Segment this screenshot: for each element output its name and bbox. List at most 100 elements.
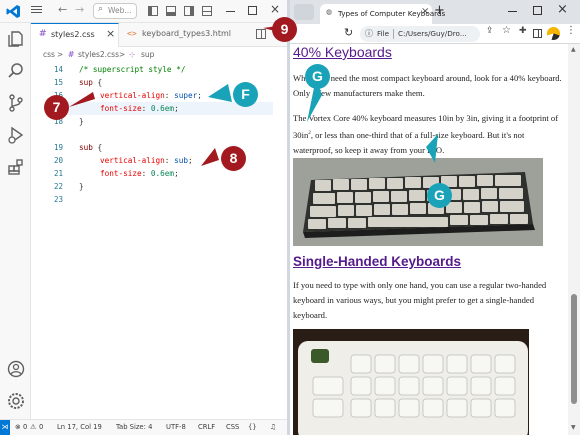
source-control-icon[interactable]: [6, 93, 26, 113]
line-number: 22: [53, 182, 63, 191]
protocol-label: File: [377, 29, 390, 38]
tab-keyboard-types3-html[interactable]: <> keyboard_types3.html: [119, 23, 243, 47]
line-ending[interactable]: CRLF: [198, 420, 215, 435]
account-icon[interactable]: [6, 359, 26, 379]
value-token: 0.6em: [150, 169, 175, 178]
file-globe-icon: ◍: [326, 8, 333, 16]
close-icon[interactable]: ×: [270, 2, 280, 16]
scroll-down-icon[interactable]: ▼: [571, 424, 576, 431]
errors-icon[interactable]: ⊗: [15, 420, 21, 435]
toggle-secondary-sidebar-icon[interactable]: [184, 6, 194, 16]
address-text[interactable]: C:/Users/Guy/Dro...: [398, 29, 467, 38]
split-editor-icon[interactable]: [256, 29, 266, 39]
run-debug-icon[interactable]: [6, 125, 26, 145]
browser-maximize-icon[interactable]: [533, 6, 542, 15]
new-tab-icon[interactable]: +: [434, 3, 445, 18]
selector-token: sub: [79, 143, 93, 152]
minimize-icon[interactable]: [226, 11, 235, 13]
scrollbar-thumb[interactable]: [571, 294, 577, 404]
css-file-icon: #: [68, 50, 75, 59]
command-center-search[interactable]: ⌕ Web...: [93, 3, 137, 19]
property-token: font-size: [100, 104, 142, 113]
search-icon[interactable]: [6, 61, 26, 81]
breadcrumb-separator: >: [57, 50, 64, 59]
editor-tabs: # styles2.css × <> keyboard_types3.html …: [31, 23, 287, 47]
browser-close-icon[interactable]: ×: [557, 2, 568, 17]
vscode-window: ← → ⌕ Web... × # styles2.css × <> keyboa…: [0, 0, 287, 435]
braces-icon[interactable]: {}: [248, 420, 257, 435]
heading-single-handed-keyboards[interactable]: Single-Handed Keyboards: [293, 254, 461, 269]
toggle-primary-sidebar-icon[interactable]: [148, 6, 158, 16]
web-page-content: 40% Keyboards When you need the most com…: [290, 44, 568, 435]
site-info-icon[interactable]: ⓘ: [365, 28, 373, 39]
maximize-icon[interactable]: [248, 6, 257, 15]
warning-icon[interactable]: ⚠: [30, 420, 36, 435]
browser-tab-active[interactable]: ◍ Types of Computer Keyboards ×: [320, 4, 445, 24]
tab-actions-menu[interactable]: [294, 4, 314, 20]
encoding[interactable]: UTF-8: [166, 420, 186, 435]
comment-token: /* superscript style */: [79, 65, 186, 74]
colon-token: :: [164, 156, 175, 165]
text-run: , or less than one-third that of a full-…: [293, 129, 525, 155]
warning-count[interactable]: 0: [39, 420, 43, 435]
paragraph-one-hand: If you need to type with only one hand, …: [293, 280, 547, 320]
code-line: }: [63, 180, 273, 193]
value-token: sub: [174, 156, 188, 165]
share-icon[interactable]: ⇪: [486, 26, 494, 36]
browser-menu-icon[interactable]: ⋮: [566, 25, 576, 36]
line-number-blank: [31, 128, 63, 141]
tab-styles2-css[interactable]: # styles2.css ×: [31, 23, 119, 47]
tab-label: keyboard_types3.html: [142, 29, 231, 38]
property-token: font-size: [100, 169, 142, 178]
callout-8: 8: [221, 146, 246, 171]
search-icon: ⌕: [98, 4, 104, 14]
bookmark-star-icon[interactable]: ☆: [502, 25, 511, 36]
property-token: vertical-align: [100, 156, 165, 165]
notifications-bell-icon[interactable]: ♫: [270, 420, 276, 435]
tab-size[interactable]: Tab Size: 4: [116, 420, 152, 435]
tab-label: styles2.css: [51, 30, 95, 39]
language-mode[interactable]: CSS: [226, 420, 239, 435]
browser-tab-strip: ◍ Types of Computer Keyboards × + ×: [290, 0, 580, 24]
explorer-icon[interactable]: [6, 29, 26, 49]
breadcrumb-folder[interactable]: css: [43, 47, 55, 63]
browser-toolbar: ↻ ⓘ File C:/Users/Guy/Dro... ⇪ ☆ ✚ ⋮: [290, 24, 580, 44]
html-file-icon: <>: [127, 29, 137, 38]
breadcrumb-file[interactable]: styles2.css: [78, 47, 119, 63]
colon-token: :: [141, 169, 151, 178]
brace-token: }: [79, 117, 84, 126]
menu-icon[interactable]: [31, 6, 42, 8]
close-tab-icon[interactable]: ×: [421, 6, 429, 17]
breadcrumb-symbol[interactable]: sup: [141, 47, 154, 63]
heading-40-percent-keyboards[interactable]: 40% Keyboards: [293, 44, 392, 60]
scroll-up-icon[interactable]: ▲: [571, 46, 576, 53]
code-line: }: [63, 115, 273, 128]
profile-avatar[interactable]: [547, 27, 560, 40]
status-bar: ⋊ ⊗ 0 ⚠ 0 Ln 17, Col 19 Tab Size: 4 UTF-…: [0, 419, 287, 435]
browser-scrollbar[interactable]: ▲ ▼: [568, 44, 580, 435]
refresh-icon[interactable]: ↻: [344, 26, 353, 39]
extensions-icon[interactable]: [6, 157, 26, 177]
toggle-panel-icon[interactable]: [166, 6, 176, 16]
settings-gear-icon[interactable]: [6, 391, 26, 411]
breadcrumb-separator: >: [119, 50, 126, 59]
breadcrumb: css > # styles2.css > ⊹ sup: [31, 47, 287, 63]
extensions-puzzle-icon[interactable]: ✚: [519, 26, 527, 36]
customize-layout-icon[interactable]: [202, 6, 212, 16]
back-arrow-icon[interactable]: ←: [58, 3, 67, 16]
error-count[interactable]: 0: [23, 420, 27, 435]
browser-minimize-icon[interactable]: [508, 11, 517, 13]
semicolon-token: ;: [174, 104, 179, 113]
brace-token: }: [79, 182, 84, 191]
colon-token: :: [141, 104, 151, 113]
forward-arrow-icon[interactable]: →: [75, 3, 84, 16]
address-bar[interactable]: ⓘ File C:/Users/Guy/Dro...: [360, 26, 480, 42]
callout-g-top: G: [305, 64, 330, 89]
address-separator: [393, 29, 394, 39]
side-panel-icon[interactable]: [533, 29, 542, 38]
line-number: 19: [53, 143, 63, 152]
line-number: 15: [53, 78, 63, 87]
remote-indicator-icon[interactable]: ⋊: [0, 420, 10, 435]
cursor-position[interactable]: Ln 17, Col 19: [57, 420, 102, 435]
close-tab-icon[interactable]: ×: [106, 27, 115, 40]
